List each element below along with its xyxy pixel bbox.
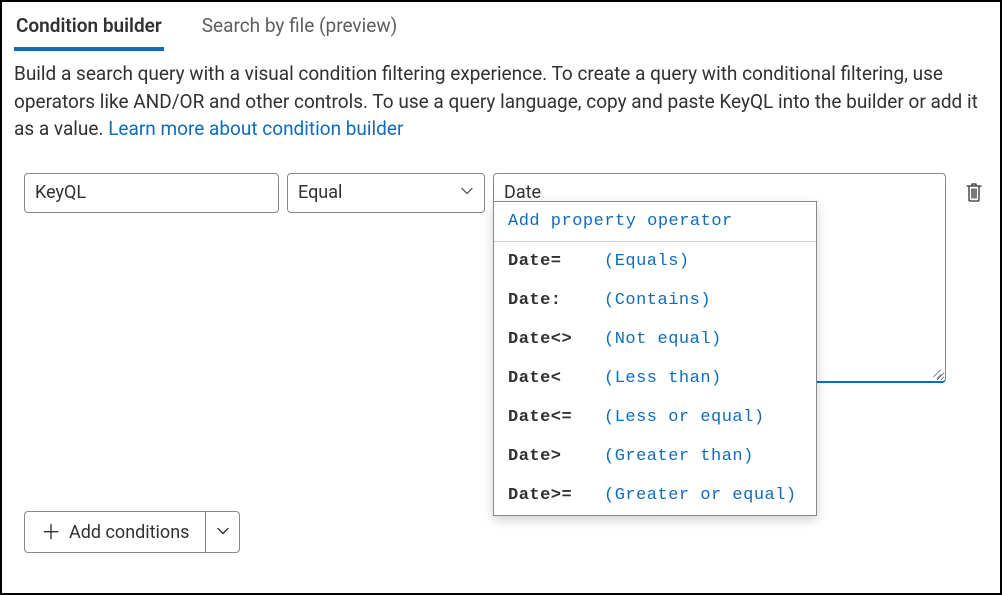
plus-icon: ＋ xyxy=(41,522,61,542)
delete-icon[interactable] xyxy=(964,181,984,208)
operator-select[interactable]: Equal xyxy=(287,173,485,213)
suggestion-item[interactable]: Date<= (Less or equal) xyxy=(494,398,816,437)
property-field[interactable]: KeyQL xyxy=(24,173,279,213)
resize-handle-icon xyxy=(930,366,942,378)
suggestion-item[interactable]: Date> (Greater than) xyxy=(494,437,816,476)
suggestion-label: (Less than) xyxy=(604,369,722,388)
add-conditions-label: Add conditions xyxy=(69,522,189,543)
suggestion-operator: Date>= xyxy=(508,486,604,505)
tab-search-by-file[interactable]: Search by file (preview) xyxy=(200,8,399,49)
suggestion-item[interactable]: Date<> (Not equal) xyxy=(494,320,816,359)
suggestion-item[interactable]: Date= (Equals) xyxy=(494,242,816,281)
property-field-value: KeyQL xyxy=(35,182,86,203)
suggestion-item[interactable]: Date: (Contains) xyxy=(494,281,816,320)
operator-suggestions-dropdown: Add property operator Date= (Equals) Dat… xyxy=(493,201,817,516)
suggestion-operator: Date<= xyxy=(508,408,604,427)
tab-condition-builder[interactable]: Condition builder xyxy=(14,8,164,51)
suggestion-operator: Date: xyxy=(508,291,604,310)
suggestion-label: (Less or equal) xyxy=(604,408,765,427)
condition-row: KeyQL Equal Date Add property operator D… xyxy=(24,173,988,213)
suggestion-label: (Contains) xyxy=(604,291,711,310)
suggestion-item[interactable]: Date>= (Greater or equal) xyxy=(494,476,816,515)
value-textarea-content: Date xyxy=(504,182,541,203)
add-conditions-button[interactable]: ＋ Add conditions xyxy=(25,512,205,552)
suggestion-label: (Equals) xyxy=(604,252,690,271)
suggestions-header: Add property operator xyxy=(494,202,816,242)
suggestion-label: (Greater than) xyxy=(604,447,754,466)
suggestion-label: (Not equal) xyxy=(604,330,722,349)
tabs-bar: Condition builder Search by file (previe… xyxy=(2,2,1000,50)
suggestion-item[interactable]: Date< (Less than) xyxy=(494,359,816,398)
description-text: Build a search query with a visual condi… xyxy=(2,50,1000,143)
suggestion-operator: Date< xyxy=(508,369,604,388)
chevron-down-icon xyxy=(216,522,230,543)
suggestion-operator: Date<> xyxy=(508,330,604,349)
add-conditions-chevron-button[interactable] xyxy=(205,512,239,552)
suggestion-operator: Date= xyxy=(508,252,604,271)
suggestion-operator: Date> xyxy=(508,447,604,466)
add-conditions-split-button: ＋ Add conditions xyxy=(24,511,240,553)
chevron-down-icon xyxy=(460,182,474,203)
learn-more-link[interactable]: Learn more about condition builder xyxy=(108,117,403,140)
suggestion-label: (Greater or equal) xyxy=(604,486,797,505)
operator-select-value: Equal xyxy=(298,182,342,203)
